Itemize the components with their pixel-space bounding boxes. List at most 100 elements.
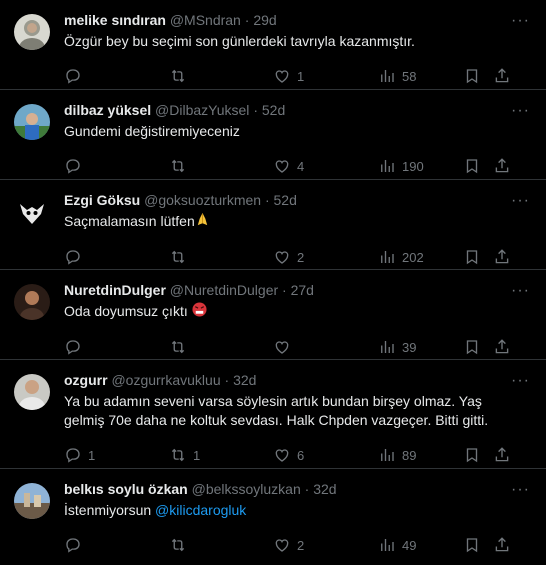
- bookmark-button[interactable]: [463, 157, 491, 175]
- bookmark-button[interactable]: [463, 67, 491, 85]
- reply-button[interactable]: [64, 248, 169, 266]
- like-button[interactable]: 4: [273, 157, 378, 175]
- separator: ·: [304, 481, 310, 497]
- share-icon: [493, 67, 511, 85]
- share-button[interactable]: [493, 338, 511, 356]
- separator: ·: [244, 12, 250, 28]
- more-icon[interactable]: ···: [511, 192, 530, 210]
- like-count: 2: [297, 249, 305, 265]
- bookmark-button[interactable]: [463, 536, 491, 554]
- timestamp[interactable]: 52d: [274, 192, 297, 208]
- tweet-text: Saçmalamasın lütfen: [64, 213, 195, 229]
- bookmark-button[interactable]: [463, 248, 491, 266]
- like-count: 1: [297, 68, 305, 84]
- reply-count: 1: [88, 447, 96, 463]
- like-button[interactable]: 2: [273, 536, 378, 554]
- view-count: 190: [402, 158, 424, 174]
- more-icon[interactable]: ···: [511, 102, 530, 120]
- reply-icon: [64, 157, 82, 175]
- user-handle[interactable]: @ozgurrkavukluu: [111, 372, 220, 388]
- avatar[interactable]: [14, 104, 50, 140]
- display-name[interactable]: NuretdinDulger: [64, 282, 166, 298]
- more-icon[interactable]: ···: [511, 372, 530, 390]
- tweet[interactable]: ··· ozgurr @ozgurrkavukluu · 32d Ya bu a…: [0, 360, 546, 469]
- tweet[interactable]: ··· NuretdinDulger @NuretdinDulger · 27d…: [0, 270, 546, 360]
- avatar[interactable]: [14, 483, 50, 519]
- retweet-button[interactable]: [169, 248, 273, 266]
- retweet-button[interactable]: 1: [169, 446, 273, 464]
- share-button[interactable]: [493, 157, 511, 175]
- views-button[interactable]: 202: [378, 248, 463, 266]
- tweet[interactable]: ··· Ezgi Göksu @goksuozturkmen · 52d Saç…: [0, 180, 546, 270]
- views-button[interactable]: 89: [378, 446, 463, 464]
- reply-button[interactable]: [64, 536, 169, 554]
- heart-icon: [273, 157, 291, 175]
- angry-face-icon: [192, 302, 207, 322]
- tweet[interactable]: ··· melike sındıran @MSndran · 29d Özgür…: [0, 0, 546, 90]
- share-button[interactable]: [493, 536, 511, 554]
- more-icon[interactable]: ···: [511, 481, 530, 499]
- share-button[interactable]: [493, 67, 511, 85]
- avatar[interactable]: [14, 284, 50, 320]
- share-icon: [493, 536, 511, 554]
- timestamp[interactable]: 27d: [291, 282, 314, 298]
- avatar[interactable]: [14, 14, 50, 50]
- reply-button[interactable]: [64, 338, 169, 356]
- views-icon: [378, 157, 396, 175]
- retweet-button[interactable]: [169, 536, 273, 554]
- display-name[interactable]: Ezgi Göksu: [64, 192, 140, 208]
- timestamp[interactable]: 52d: [262, 102, 285, 118]
- display-name[interactable]: dilbaz yüksel: [64, 102, 151, 118]
- share-icon: [493, 157, 511, 175]
- retweet-button[interactable]: [169, 67, 273, 85]
- views-icon: [378, 67, 396, 85]
- tweet-feed: ··· melike sındıran @MSndran · 29d Özgür…: [0, 0, 546, 565]
- bookmark-icon: [463, 67, 481, 85]
- timestamp[interactable]: 32d: [233, 372, 256, 388]
- display-name[interactable]: melike sındıran: [64, 12, 166, 28]
- share-button[interactable]: [493, 248, 511, 266]
- avatar[interactable]: [14, 374, 50, 410]
- reply-button[interactable]: [64, 157, 169, 175]
- views-button[interactable]: 190: [378, 157, 463, 175]
- like-button[interactable]: 2: [273, 248, 378, 266]
- reply-button[interactable]: 1: [64, 446, 169, 464]
- retweet-button[interactable]: [169, 338, 273, 356]
- like-button[interactable]: 6: [273, 446, 378, 464]
- reply-button[interactable]: [64, 67, 169, 85]
- views-button[interactable]: 58: [378, 67, 463, 85]
- bookmark-button[interactable]: [463, 446, 491, 464]
- like-button[interactable]: 1: [273, 67, 378, 85]
- like-button[interactable]: [273, 338, 378, 356]
- retweet-icon: [169, 157, 187, 175]
- tweet[interactable]: ··· belkıs soylu özkan @belkssoyluzkan ·…: [0, 469, 546, 565]
- user-handle[interactable]: @NuretdinDulger: [170, 282, 278, 298]
- retweet-icon: [169, 446, 187, 464]
- display-name[interactable]: belkıs soylu özkan: [64, 481, 188, 497]
- timestamp[interactable]: 32d: [313, 481, 336, 497]
- like-count: 4: [297, 158, 305, 174]
- share-button[interactable]: [493, 446, 511, 464]
- views-icon: [378, 446, 396, 464]
- bookmark-icon: [463, 338, 481, 356]
- bookmark-button[interactable]: [463, 338, 491, 356]
- timestamp[interactable]: 29d: [253, 12, 276, 28]
- user-handle[interactable]: @belkssoyluzkan: [192, 481, 301, 497]
- user-handle[interactable]: @MSndran: [170, 12, 241, 28]
- tweet[interactable]: ··· dilbaz yüksel @DilbazYuksel · 52d Gu…: [0, 90, 546, 180]
- display-name[interactable]: ozgurr: [64, 372, 108, 388]
- more-icon[interactable]: ···: [511, 282, 530, 300]
- reply-icon: [64, 446, 82, 464]
- mention-link[interactable]: @kilicdarogluk: [155, 502, 246, 518]
- user-handle[interactable]: @DilbazYuksel: [155, 102, 249, 118]
- views-button[interactable]: 39: [378, 338, 463, 356]
- bookmark-icon: [463, 248, 481, 266]
- views-button[interactable]: 49: [378, 536, 463, 554]
- heart-icon: [273, 446, 291, 464]
- retweet-button[interactable]: [169, 157, 273, 175]
- user-handle[interactable]: @goksuozturkmen: [144, 192, 261, 208]
- view-count: 49: [402, 537, 417, 553]
- avatar[interactable]: [14, 194, 50, 230]
- separator: ·: [224, 372, 230, 388]
- more-icon[interactable]: ···: [511, 12, 530, 30]
